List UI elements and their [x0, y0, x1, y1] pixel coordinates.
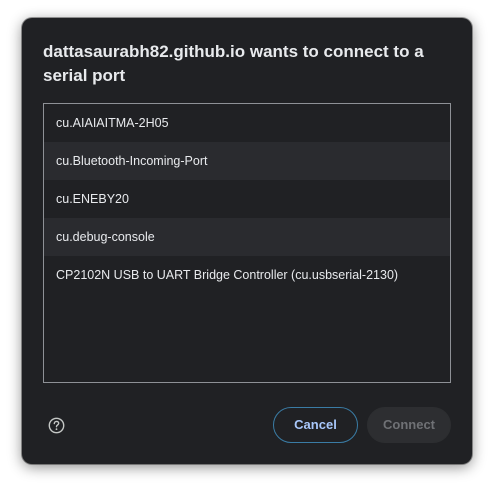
serial-port-list[interactable]: cu.AIAIAITMA-2H05 cu.Bluetooth-Incoming-… [43, 103, 451, 383]
help-circle-icon[interactable] [48, 417, 65, 434]
port-list-item[interactable]: cu.ENEBY20 [44, 180, 450, 218]
dialog-title: dattasaurabh82.github.io wants to connec… [43, 42, 424, 85]
cancel-button[interactable]: Cancel [273, 407, 358, 443]
port-list-item[interactable]: CP2102N USB to UART Bridge Controller (c… [44, 256, 450, 294]
serial-port-dialog: dattasaurabh82.github.io wants to connec… [22, 18, 472, 464]
help-circle-icon-glyph [48, 417, 65, 434]
port-list-item[interactable]: cu.debug-console [44, 218, 450, 256]
port-list-item[interactable]: cu.AIAIAITMA-2H05 [44, 104, 450, 142]
connect-button[interactable]: Connect [367, 407, 451, 443]
port-list-item[interactable]: cu.Bluetooth-Incoming-Port [44, 142, 450, 180]
